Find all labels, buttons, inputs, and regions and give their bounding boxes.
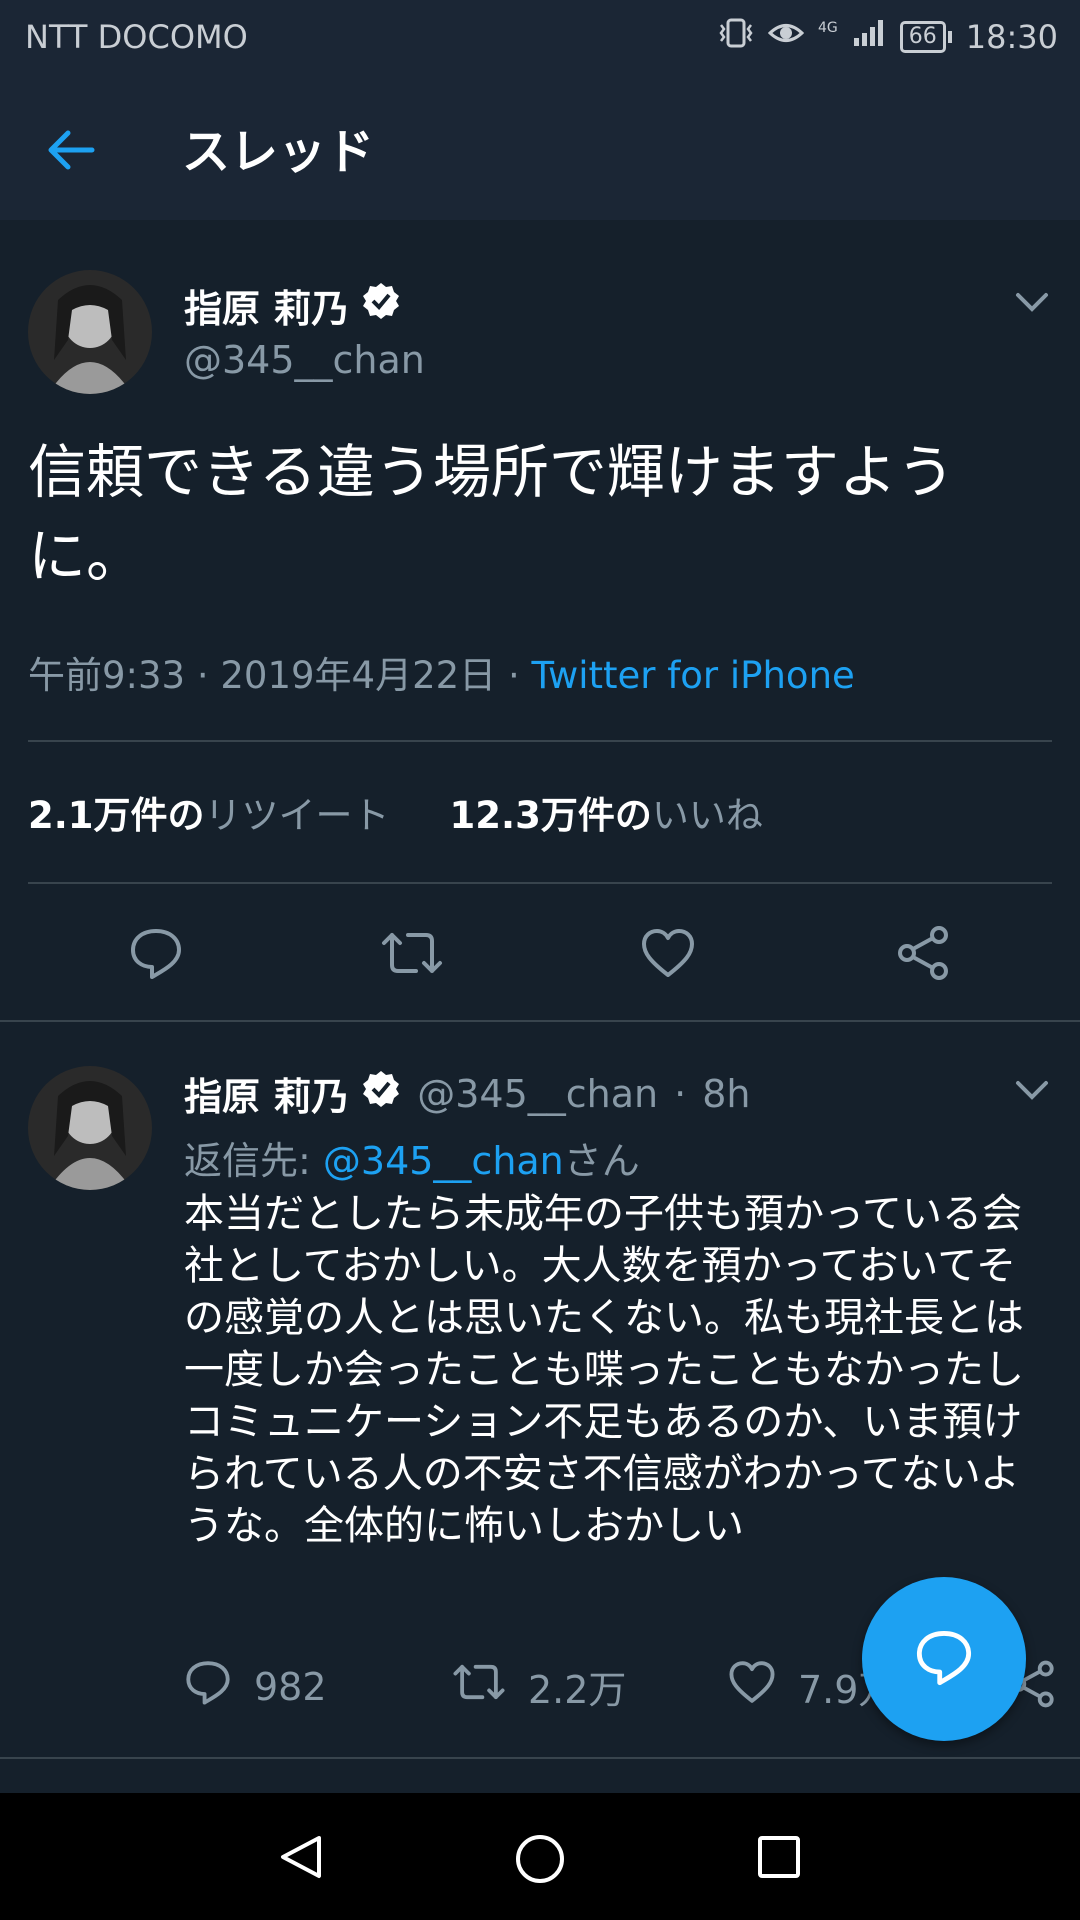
reply-icon <box>184 1658 232 1715</box>
verified-badge-icon <box>361 281 401 330</box>
reply-prefix: 返信先: <box>184 1139 323 1183</box>
retweets-stat[interactable]: 2.1万件のリツイート <box>28 785 390 839</box>
likes-count: 12.3万件の <box>449 794 652 837</box>
eye-icon <box>767 18 805 56</box>
meta-separator: · <box>674 1071 687 1116</box>
carrier-name: NTT DOCOMO <box>25 18 248 56</box>
signal-icon <box>852 18 886 56</box>
reply-icon[interactable] <box>128 925 184 985</box>
app-header <box>0 75 1080 220</box>
battery-level: 66 <box>899 21 946 53</box>
replying-to: 返信先: @345__chanさん <box>184 1130 640 1185</box>
reply-text: 本当だとしたら未成年の子供も預かっている会社としておかしい。大人数を預かっておい… <box>184 1191 1024 1549</box>
author-name[interactable]: 指原 莉乃 <box>184 1066 401 1121</box>
retweets-count: 2.1万件の <box>28 794 205 837</box>
nav-back-icon[interactable] <box>275 1832 325 1886</box>
meta-separator: · <box>496 654 532 697</box>
avatar[interactable] <box>28 1066 152 1190</box>
reply-count: 982 <box>254 1664 327 1709</box>
battery-icon: 66 <box>899 21 952 53</box>
author-handle[interactable]: @345__chan <box>417 1072 658 1116</box>
chevron-down-icon[interactable] <box>1012 1070 1052 1114</box>
divider <box>28 740 1052 742</box>
retweet-action[interactable]: 2.2万 <box>452 1658 626 1715</box>
nav-home-icon[interactable] <box>513 1832 567 1890</box>
meta-separator: · <box>185 654 221 697</box>
back-arrow-icon[interactable] <box>40 118 104 182</box>
network-type-label: 4G <box>818 20 838 36</box>
page-title: スレッド <box>182 124 375 180</box>
divider <box>28 882 1052 884</box>
compose-reply-button[interactable] <box>862 1577 1026 1741</box>
display-name: 指原 莉乃 <box>184 287 350 331</box>
vibrate-icon <box>718 17 754 57</box>
reply-author-row: 指原 莉乃 @345__chan · 8h <box>184 1066 750 1121</box>
retweet-icon[interactable] <box>380 925 444 985</box>
clock: 18:30 <box>965 18 1058 56</box>
status-icons: 4G 66 18:30 <box>718 14 1058 60</box>
likes-stat[interactable]: 12.3万件のいいね <box>450 785 763 839</box>
tweet-meta: 午前9:33 · 2019年4月22日 · Twitter for iPhone <box>28 645 855 699</box>
like-heart-icon <box>728 1658 776 1715</box>
tweet-age: 8h <box>702 1071 751 1116</box>
author-name[interactable]: 指原 莉乃 <box>184 278 401 333</box>
reply-icon <box>914 1627 974 1691</box>
divider <box>0 1020 1080 1022</box>
verified-badge-icon <box>361 1069 401 1118</box>
retweets-label: リツイート <box>204 794 390 837</box>
likes-label: いいね <box>651 794 763 837</box>
reply-to-link[interactable]: @345__chan <box>323 1139 564 1183</box>
tweet-date: 2019年4月22日 <box>220 654 497 697</box>
tweet-time: 午前9:33 <box>28 654 186 697</box>
share-icon[interactable] <box>895 925 951 985</box>
engagement-counts: 2.1万件のリツイート 12.3万件のいいね <box>28 785 763 839</box>
display-name: 指原 莉乃 <box>184 1075 350 1119</box>
divider <box>0 1757 1080 1759</box>
tweet-source-link[interactable]: Twitter for iPhone <box>531 654 854 697</box>
retweet-icon <box>452 1658 506 1715</box>
avatar[interactable] <box>28 270 152 394</box>
retweet-count: 2.2万 <box>528 1668 627 1712</box>
reply-action[interactable]: 982 <box>184 1658 327 1715</box>
chevron-down-icon[interactable] <box>1012 282 1052 326</box>
author-handle[interactable]: @345__chan <box>184 338 425 382</box>
reply-suffix: さん <box>563 1139 640 1183</box>
tweet-text: 信頼できる違う場所で輝けますように。 <box>28 438 955 590</box>
like-heart-icon[interactable] <box>640 925 696 985</box>
nav-recents-icon[interactable] <box>756 1834 802 1884</box>
